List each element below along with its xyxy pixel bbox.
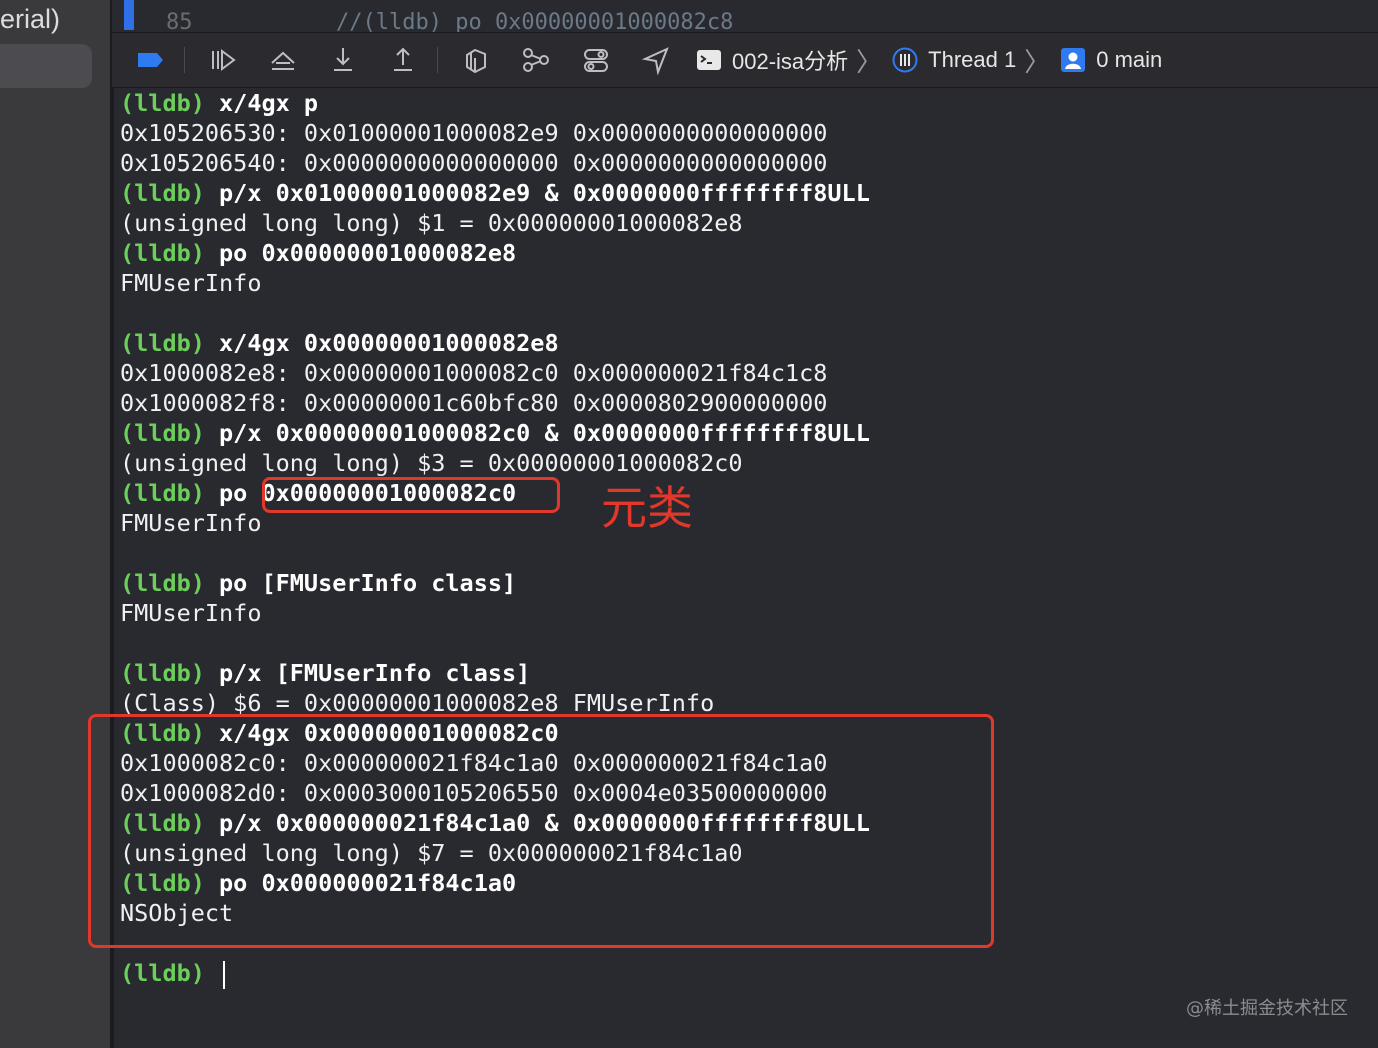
console-output-line: FMUserInfo (120, 598, 870, 628)
watermark: @稀土掘金技术社区 (1186, 998, 1348, 1019)
output-text: 0x105206540: 0x0000000000000000 0x000000… (120, 149, 828, 177)
chevron-right-icon: 〉 (1024, 46, 1051, 77)
annotation-box-address (262, 477, 560, 513)
source-editor[interactable]: 85 //(lldb) po 0x00000001000082c8 (112, 0, 1378, 32)
step-out-icon[interactable] (381, 38, 425, 82)
scheme-label: 002-isa分析 (732, 49, 849, 74)
user-frame-icon (1060, 47, 1086, 73)
command-text (205, 959, 219, 987)
lldb-prompt: (lldb) (120, 239, 205, 267)
terminal-icon (696, 47, 722, 73)
console-command-line: (lldb) (120, 958, 870, 989)
debug-toolbar: 002-isa分析 〉 Thread 1 〉 0 main (112, 32, 1378, 88)
output-text: 0x1000082f8: 0x00000001c60bfc80 0x000080… (120, 389, 828, 417)
breadcrumb-scheme[interactable]: 002-isa分析 〉 (696, 42, 882, 79)
breakpoints-toggle-icon[interactable] (128, 38, 172, 82)
lldb-console[interactable]: (lldb) x/4gx p 0x105206530: 0x01000001000… (88, 88, 1378, 1048)
thread-icon (892, 47, 918, 73)
command-text: po [FMUserInfo class] (204, 569, 517, 597)
console-output-line: (unsigned long long) $3 = 0x000000010000… (120, 448, 870, 478)
console-command-line: (lldb) x/4gx p (120, 88, 870, 118)
lldb-prompt: (lldb) (120, 419, 205, 447)
breadcrumb-frame[interactable]: 0 main (1060, 47, 1162, 73)
console-output-line: 0x1000082f8: 0x00000001c60bfc80 0x000080… (120, 388, 870, 418)
thread-label: Thread 1 (928, 47, 1017, 72)
sidebar-selected-item[interactable] (0, 44, 92, 88)
continue-icon[interactable] (201, 38, 245, 82)
breakpoint-marker[interactable] (124, 0, 134, 30)
console-output-line: 0x1000082e8: 0x00000001000082c0 0x000000… (120, 358, 870, 388)
command-text: p/x 0x00000001000082c0 & 0x0000000ffffff… (204, 419, 870, 447)
command-text: po 0x00000001000082e8 (204, 239, 517, 267)
toolbar-divider (437, 47, 438, 73)
command-text: p/x [FMUserInfo class] (204, 659, 531, 687)
console-command-line: (lldb) x/4gx 0x00000001000082e8 (120, 328, 870, 358)
output-text: FMUserInfo (120, 599, 262, 627)
console-command-line: (lldb) p/x 0x00000001000082c0 & 0x000000… (120, 418, 870, 448)
lldb-prompt: (lldb) (120, 959, 205, 987)
annotation-label: 元类 (601, 481, 693, 535)
console-output-line: 0x105206540: 0x0000000000000000 0x000000… (120, 148, 870, 178)
lldb-prompt: (lldb) (120, 179, 205, 207)
output-text: (Class) $6 = 0x00000001000082e8 FMUserIn… (120, 689, 715, 717)
console-command-line: (lldb) po 0x00000001000082e8 (120, 238, 870, 268)
command-text: x/4gx 0x00000001000082e8 (204, 329, 559, 357)
step-into-icon[interactable] (321, 38, 365, 82)
frame-label: 0 main (1096, 47, 1163, 72)
breadcrumb-thread[interactable]: Thread 1 〉 (892, 42, 1050, 79)
command-text: x/4gx p (204, 89, 319, 117)
console-output-line: (unsigned long long) $1 = 0x000000010000… (120, 208, 870, 238)
memory-graph-icon[interactable] (514, 38, 558, 82)
output-text: 0x105206530: 0x01000001000082e9 0x000000… (120, 119, 828, 147)
simulate-location-icon[interactable] (634, 38, 678, 82)
console-command-line: (lldb) p/x [FMUserInfo class] (120, 658, 870, 688)
annotation-box-metaclass (88, 714, 994, 948)
lldb-prompt: (lldb) (120, 479, 205, 507)
console-command-line: (lldb) p/x 0x01000001000082e9 & 0x000000… (120, 178, 870, 208)
console-output-line: 0x105206530: 0x01000001000082e9 0x000000… (120, 118, 870, 148)
lldb-prompt: (lldb) (120, 89, 205, 117)
output-text: FMUserInfo (120, 509, 262, 537)
chevron-right-icon: 〉 (856, 46, 883, 77)
step-over-icon[interactable] (261, 38, 305, 82)
text-cursor[interactable] (223, 960, 226, 989)
output-text: (unsigned long long) $1 = 0x000000010000… (120, 209, 743, 237)
console-command-line: (lldb) po [FMUserInfo class] (120, 568, 870, 598)
console-output-line: FMUserInfo (120, 268, 870, 298)
environment-overrides-icon[interactable] (574, 38, 618, 82)
view-hierarchy-icon[interactable] (454, 38, 498, 82)
line-number: 85 (166, 10, 193, 32)
code-comment: //(lldb) po 0x00000001000082c8 (336, 10, 734, 32)
sidebar-item-label[interactable]: erial) (0, 4, 60, 35)
output-text: 0x1000082e8: 0x00000001000082c0 0x000000… (120, 359, 828, 387)
toolbar-divider (184, 47, 185, 73)
lldb-prompt: (lldb) (120, 569, 205, 597)
command-text: p/x 0x01000001000082e9 & 0x0000000ffffff… (204, 179, 870, 207)
output-text: FMUserInfo (120, 269, 262, 297)
lldb-prompt: (lldb) (120, 329, 205, 357)
lldb-prompt: (lldb) (120, 659, 205, 687)
